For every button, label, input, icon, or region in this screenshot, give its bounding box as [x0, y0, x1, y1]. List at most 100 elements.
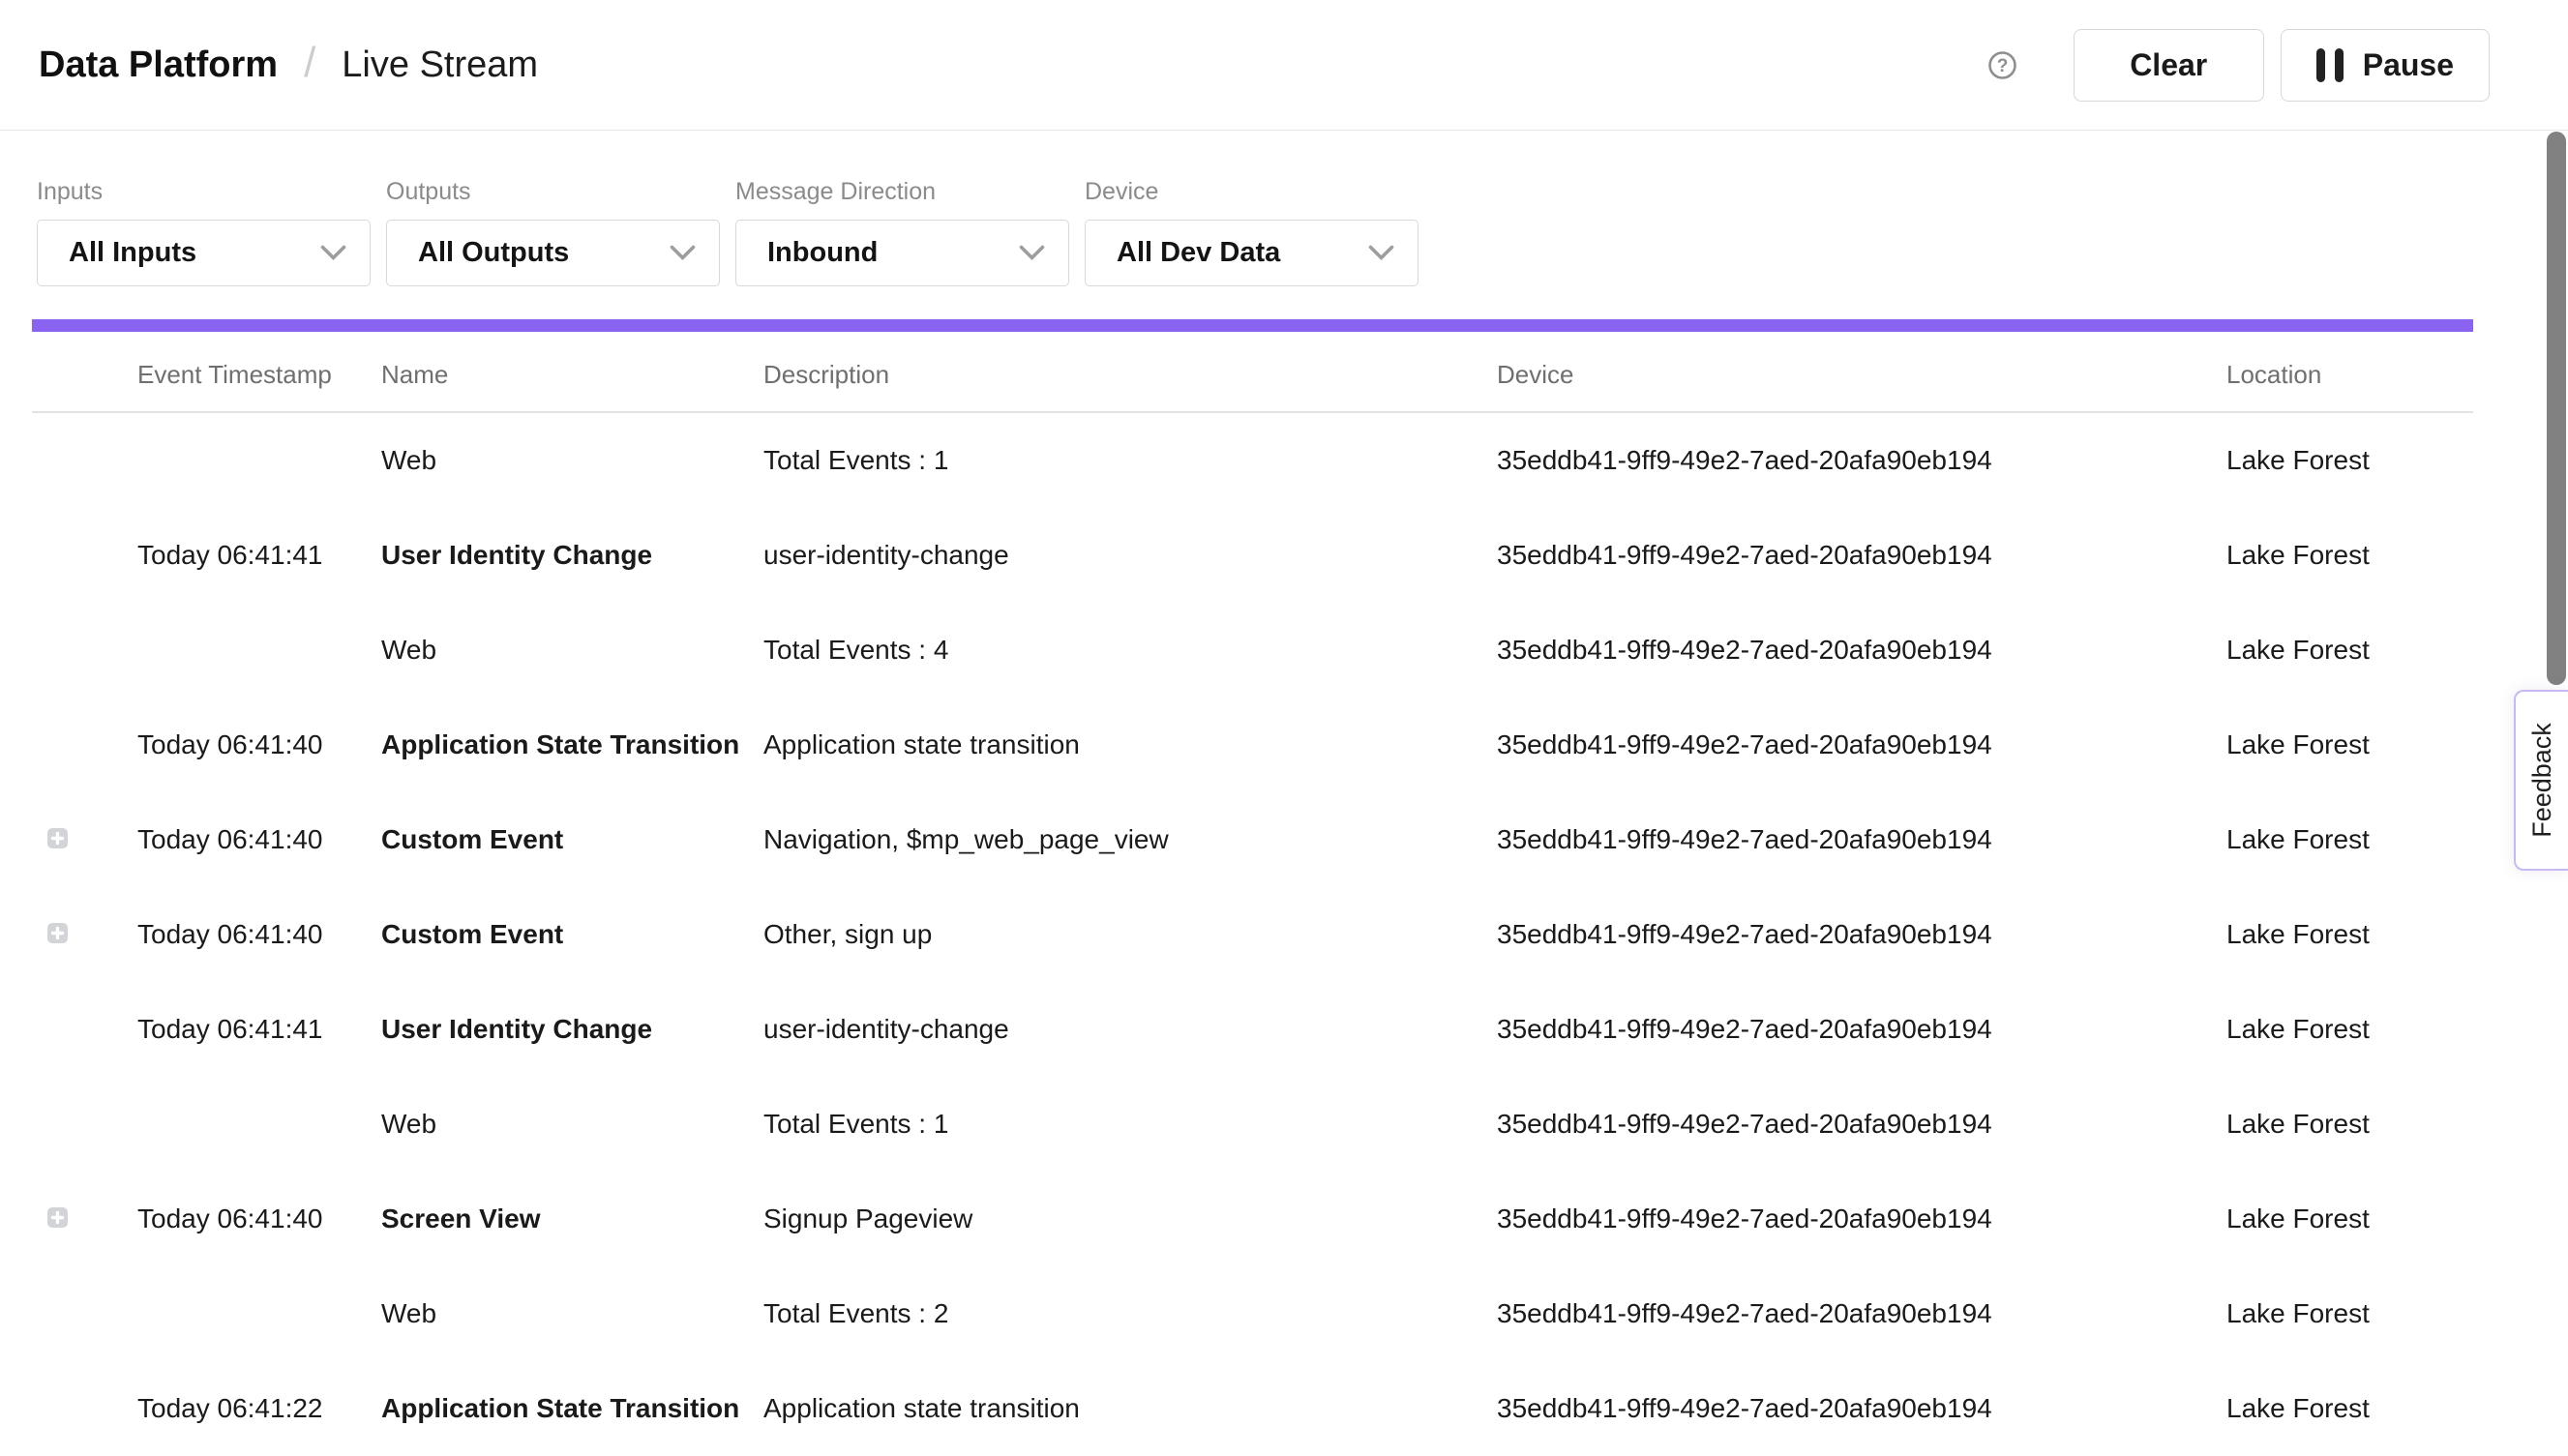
table-row[interactable]: Web Total Events : 2 35eddb41-9ff9-49e2-… [32, 1266, 2473, 1361]
column-header-description: Description [763, 354, 1497, 390]
cell-location: Lake Forest [2226, 1014, 2473, 1045]
cell-name: Screen View [381, 1203, 763, 1234]
chevron-down-icon [1019, 245, 1045, 261]
cell-device: 35eddb41-9ff9-49e2-7aed-20afa90eb194 [1497, 445, 2226, 476]
cell-location: Lake Forest [2226, 1393, 2473, 1424]
filter-label-outputs: Outputs [386, 177, 720, 206]
cell-description: Total Events : 4 [763, 635, 1497, 666]
table-row[interactable]: Today 06:41:40 Custom Event Other, sign … [32, 887, 2473, 982]
cell-name: Web [381, 1298, 763, 1329]
inputs-dropdown-value: All Inputs [69, 237, 196, 269]
cell-location: Lake Forest [2226, 1298, 2473, 1329]
topbar-actions: ? Clear Pause [1987, 29, 2490, 102]
cell-location: Lake Forest [2226, 1203, 2473, 1234]
cell-description: Total Events : 1 [763, 445, 1497, 476]
feedback-tab[interactable]: Feedback [2514, 690, 2568, 871]
topbar: Data Platform / Live Stream ? Clear Paus… [0, 0, 2568, 131]
outputs-dropdown[interactable]: All Outputs [386, 220, 720, 286]
table-row[interactable]: Today 06:41:41 User Identity Change user… [32, 508, 2473, 603]
cell-location: Lake Forest [2226, 919, 2473, 950]
device-dropdown-value: All Dev Data [1117, 237, 1280, 269]
cell-location: Lake Forest [2226, 445, 2473, 476]
clear-button[interactable]: Clear [2074, 29, 2264, 102]
chevron-down-icon [670, 245, 696, 261]
expand-cell [32, 540, 137, 571]
breadcrumb-section[interactable]: Data Platform [39, 45, 278, 86]
expand-plus-icon[interactable] [47, 923, 68, 943]
device-dropdown[interactable]: All Dev Data [1085, 220, 1418, 286]
expand-cell [32, 635, 137, 666]
table-row[interactable]: Today 06:41:40 Custom Event Navigation, … [32, 792, 2473, 887]
table-row[interactable]: Today 06:41:41 User Identity Change user… [32, 982, 2473, 1077]
cell-name: Custom Event [381, 919, 763, 950]
breadcrumb: Data Platform / Live Stream [39, 41, 538, 89]
feedback-tab-label: Feedback [2527, 723, 2557, 838]
breadcrumb-separator: / [304, 39, 315, 87]
cell-device: 35eddb41-9ff9-49e2-7aed-20afa90eb194 [1497, 1298, 2226, 1329]
table-row[interactable]: Today 06:41:40 Application State Transit… [32, 698, 2473, 792]
cell-name: User Identity Change [381, 540, 763, 571]
filter-label-inputs: Inputs [37, 177, 371, 206]
cell-description: Application state transition [763, 729, 1497, 760]
table-row[interactable]: Web Total Events : 1 35eddb41-9ff9-49e2-… [32, 413, 2473, 508]
cell-name: Application State Transition [381, 729, 763, 760]
table-body: Web Total Events : 1 35eddb41-9ff9-49e2-… [0, 413, 2568, 1456]
column-header-expand [32, 369, 137, 374]
cell-name: Custom Event [381, 824, 763, 855]
cell-location: Lake Forest [2226, 824, 2473, 855]
column-header-location: Location [2226, 354, 2473, 390]
filter-bar: Inputs All Inputs Outputs All Outputs Me… [0, 131, 2568, 286]
cell-description: user-identity-change [763, 1014, 1497, 1045]
column-header-event-timestamp: Event Timestamp [137, 354, 381, 390]
message-direction-dropdown[interactable]: Inbound [735, 220, 1069, 286]
expand-cell [32, 1109, 137, 1140]
filter-inputs: Inputs All Inputs [37, 177, 371, 286]
cell-name: Web [381, 1109, 763, 1140]
cell-description: user-identity-change [763, 540, 1497, 571]
chevron-down-icon [320, 245, 346, 261]
table-row[interactable]: Web Total Events : 4 35eddb41-9ff9-49e2-… [32, 603, 2473, 698]
filter-outputs: Outputs All Outputs [386, 177, 720, 286]
message-direction-dropdown-value: Inbound [767, 237, 878, 269]
inputs-dropdown[interactable]: All Inputs [37, 220, 371, 286]
accent-divider [32, 319, 2473, 332]
cell-description: Other, sign up [763, 919, 1497, 950]
expand-plus-icon[interactable] [47, 828, 68, 848]
cell-name: Application State Transition [381, 1393, 763, 1424]
cell-device: 35eddb41-9ff9-49e2-7aed-20afa90eb194 [1497, 635, 2226, 666]
cell-event-timestamp: Today 06:41:40 [137, 824, 381, 855]
cell-event-timestamp: Today 06:41:41 [137, 540, 381, 571]
pause-button[interactable]: Pause [2281, 29, 2490, 102]
table-header-row: Event Timestamp Name Description Device … [32, 332, 2473, 413]
column-header-name: Name [381, 354, 763, 390]
live-stream-page: Data Platform / Live Stream ? Clear Paus… [0, 0, 2568, 1456]
cell-device: 35eddb41-9ff9-49e2-7aed-20afa90eb194 [1497, 1014, 2226, 1045]
expand-cell [32, 824, 137, 855]
cell-device: 35eddb41-9ff9-49e2-7aed-20afa90eb194 [1497, 1203, 2226, 1234]
expand-cell [32, 1203, 137, 1234]
vertical-scrollbar-thumb[interactable] [2547, 132, 2566, 685]
cell-name: Web [381, 445, 763, 476]
expand-cell [32, 1393, 137, 1424]
expand-cell [32, 729, 137, 760]
expand-cell [32, 1298, 137, 1329]
cell-event-timestamp: Today 06:41:40 [137, 729, 381, 760]
cell-location: Lake Forest [2226, 540, 2473, 571]
cell-device: 35eddb41-9ff9-49e2-7aed-20afa90eb194 [1497, 729, 2226, 760]
help-icon[interactable]: ? [1987, 50, 2017, 80]
table-row[interactable]: Today 06:41:40 Screen View Signup Pagevi… [32, 1172, 2473, 1266]
table-row[interactable]: Web Total Events : 1 35eddb41-9ff9-49e2-… [32, 1077, 2473, 1172]
table-row[interactable]: Today 06:41:22 Application State Transit… [32, 1361, 2473, 1456]
cell-description: Total Events : 1 [763, 1109, 1497, 1140]
expand-plus-icon[interactable] [47, 1207, 68, 1228]
expand-cell [32, 445, 137, 476]
cell-device: 35eddb41-9ff9-49e2-7aed-20afa90eb194 [1497, 1109, 2226, 1140]
cell-description: Total Events : 2 [763, 1298, 1497, 1329]
cell-location: Lake Forest [2226, 635, 2473, 666]
pause-button-label: Pause [2363, 47, 2454, 83]
cell-event-timestamp: Today 06:41:22 [137, 1393, 381, 1424]
filter-label-device: Device [1085, 177, 1418, 206]
cell-location: Lake Forest [2226, 729, 2473, 760]
expand-cell [32, 1014, 137, 1045]
column-header-device: Device [1497, 354, 2226, 390]
